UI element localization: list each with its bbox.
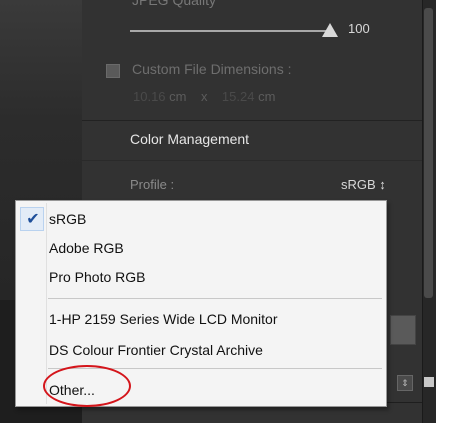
checkmark-highlight: ✔ <box>20 207 44 231</box>
custom-dimensions-label: Custom File Dimensions : <box>132 61 292 77</box>
times-sign: x <box>200 89 208 104</box>
height-value[interactable]: 15.24 <box>222 89 255 104</box>
menu-item-label: Pro Photo RGB <box>49 269 146 285</box>
custom-dimensions-checkbox[interactable] <box>106 64 120 78</box>
menu-item-label: Adobe RGB <box>49 240 124 256</box>
section-divider <box>82 160 422 161</box>
menu-item-label: 1-HP 2159 Series Wide LCD Monitor <box>49 311 278 327</box>
highlight-circle-annotation <box>43 365 131 407</box>
width-unit: cm <box>169 89 187 104</box>
dimensions-row: 10.16 cm x 15.24 cm <box>133 89 275 104</box>
small-square-icon[interactable] <box>424 377 434 387</box>
section-divider <box>82 120 422 121</box>
menu-item-srgb[interactable]: ✔ sRGB <box>16 205 386 233</box>
profile-select[interactable]: sRGB ↕ <box>341 177 386 192</box>
color-management-title: Color Management <box>130 131 250 147</box>
menu-item-adobe-rgb[interactable]: Adobe RGB <box>16 234 386 262</box>
jpeg-quality-slider-handle[interactable] <box>322 23 338 37</box>
jpeg-quality-slider[interactable] <box>130 30 328 32</box>
menu-item-hp-monitor[interactable]: 1-HP 2159 Series Wide LCD Monitor <box>16 305 386 333</box>
menu-separator <box>48 298 382 299</box>
menu-item-ds-colour[interactable]: DS Colour Frontier Crystal Archive <box>16 336 386 364</box>
window-edge <box>436 0 451 423</box>
checkmark-icon: ✔ <box>26 211 40 228</box>
jpeg-quality-label: JPEG Quality <box>132 0 217 8</box>
jpeg-quality-value[interactable]: 100 <box>348 21 370 36</box>
panel-scrollbar-thumb[interactable] <box>424 8 433 298</box>
stepper-icon[interactable]: ⇕ <box>397 375 413 391</box>
menu-check-column: ✔ <box>16 205 46 233</box>
menu-item-label: DS Colour Frontier Crystal Archive <box>49 342 263 358</box>
menu-item-label: sRGB <box>49 211 87 227</box>
profile-label: Profile : <box>130 177 175 192</box>
panel-button[interactable] <box>390 315 416 345</box>
width-value[interactable]: 10.16 <box>133 89 166 104</box>
menu-item-prophoto-rgb[interactable]: Pro Photo RGB <box>16 263 386 291</box>
height-unit: cm <box>258 89 276 104</box>
